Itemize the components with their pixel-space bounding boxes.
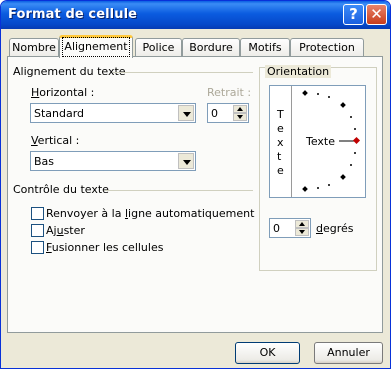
section-divider — [113, 72, 253, 73]
dial-diamond — [340, 174, 346, 180]
dial-diamond — [340, 102, 346, 108]
orientation-dial[interactable]: Texte — [295, 86, 365, 197]
text-control-section-label: Contrôle du texte — [13, 183, 109, 196]
spin-up-icon[interactable] — [233, 105, 247, 113]
dial-marker[interactable] — [352, 136, 361, 145]
horizontal-value: Standard — [34, 107, 85, 120]
vertical-text-button[interactable]: T e x t e — [272, 86, 292, 197]
spin-up-icon[interactable] — [295, 220, 309, 228]
window-title: Format de cellule — [8, 7, 138, 22]
title-bar[interactable]: Format de cellule ? ✕ — [1, 1, 390, 29]
tab-motifs[interactable]: Motifs — [240, 38, 290, 58]
degrees-spinner[interactable]: 0 — [269, 218, 311, 238]
vertical-label: Vertical : — [31, 134, 80, 147]
dial-dot — [328, 96, 330, 98]
shrink-to-fit-label[interactable]: Ajuster — [46, 224, 85, 237]
dial-diamond — [302, 186, 308, 192]
degrees-value: 0 — [273, 222, 280, 235]
tab-nombre[interactable]: Nombre — [9, 38, 59, 58]
help-button[interactable]: ? — [343, 4, 364, 25]
dial-dot — [328, 184, 330, 186]
indent-label: Retrait : — [207, 86, 252, 99]
vertical-letter: x — [277, 136, 284, 149]
spin-down-icon[interactable] — [295, 228, 309, 236]
dial-diamond — [302, 90, 308, 96]
tab-label: Protection — [299, 41, 355, 54]
vertical-letter: T — [277, 108, 284, 121]
vertical-dropdown[interactable]: Bas — [30, 151, 196, 171]
tab-label: Bordure — [189, 41, 233, 54]
vertical-value: Bas — [34, 155, 55, 168]
dial-dot — [354, 128, 356, 130]
tab-label: Police — [142, 41, 175, 54]
tab-label: Nombre — [12, 41, 56, 54]
merge-cells-checkbox[interactable] — [31, 241, 44, 254]
chevron-down-icon[interactable] — [178, 105, 194, 121]
indent-spinner[interactable]: 0 — [207, 103, 249, 123]
chevron-down-icon[interactable] — [178, 153, 194, 169]
vertical-letter: e — [277, 164, 284, 177]
format-cell-dialog: Format de cellule ? ✕ Nombre Alignement … — [0, 0, 391, 369]
merge-cells-label[interactable]: Fusionner les cellules — [46, 241, 163, 254]
dial-label: Texte — [305, 135, 335, 148]
degrees-label: degrés — [316, 222, 354, 235]
text-alignment-section-label: Alignement du texte — [13, 65, 126, 78]
dial-dot — [350, 164, 352, 166]
dial-dot — [317, 187, 319, 189]
indent-value: 0 — [211, 107, 218, 120]
tab-label: Motifs — [248, 41, 282, 54]
wrap-text-checkbox[interactable] — [31, 207, 44, 220]
horizontal-dropdown[interactable]: Standard — [30, 103, 196, 123]
tab-police[interactable]: Police — [135, 38, 182, 58]
vertical-letter: e — [277, 122, 284, 135]
orientation-section-label: Orientation — [265, 65, 332, 78]
close-button[interactable]: ✕ — [366, 4, 387, 25]
shrink-to-fit-checkbox[interactable] — [31, 224, 44, 237]
spin-down-icon[interactable] — [233, 113, 247, 121]
tab-alignement[interactable]: Alignement — [59, 35, 133, 58]
dial-dot — [317, 93, 319, 95]
dial-dot — [350, 116, 352, 118]
ok-button[interactable]: OK — [235, 342, 300, 364]
section-divider — [105, 190, 253, 191]
wrap-text-label[interactable]: Renvoyer à la ligne automatiquement — [46, 207, 254, 220]
vertical-letter: t — [277, 150, 282, 163]
dial-dot — [354, 152, 356, 154]
tab-bordure[interactable]: Bordure — [182, 38, 240, 58]
cancel-button[interactable]: Annuler — [314, 342, 383, 364]
tab-protection[interactable]: Protection — [290, 38, 364, 58]
tab-label: Alignement — [62, 37, 130, 57]
horizontal-label: Horizontal : — [31, 86, 95, 99]
